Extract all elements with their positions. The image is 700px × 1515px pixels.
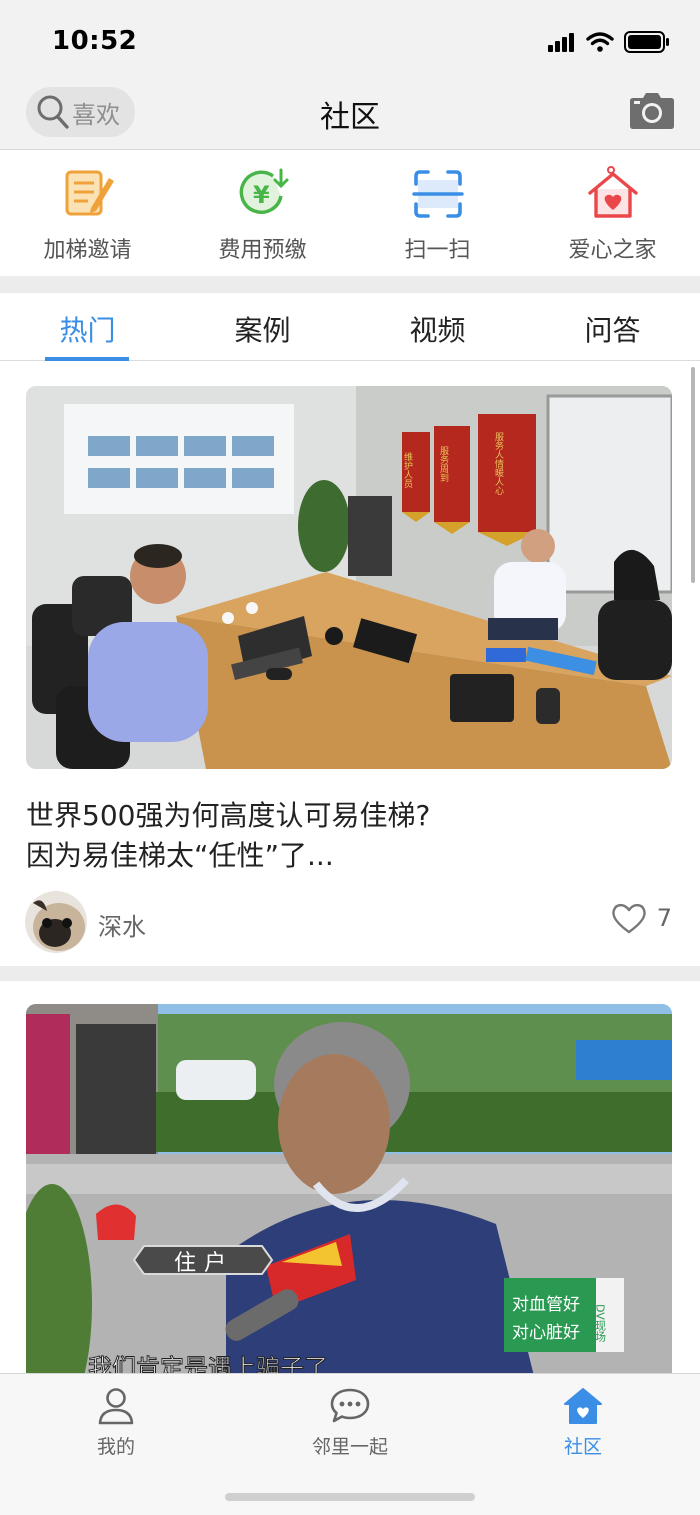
- battery-icon: [624, 31, 669, 53]
- tab-qa[interactable]: 问答: [525, 293, 700, 361]
- yen-prepay-icon: ¥: [239, 168, 288, 214]
- quick-action-label: 加梯邀请: [43, 238, 132, 263]
- banner-text: 服务人情暖人心: [493, 432, 504, 495]
- wifi-icon: [586, 32, 614, 52]
- scan-icon: [411, 170, 464, 218]
- tab-cases[interactable]: 案例: [175, 293, 350, 361]
- heart-icon: [612, 903, 646, 934]
- like-count: 7: [656, 904, 672, 932]
- quick-action-label: 爱心之家: [568, 238, 657, 263]
- author-name: 深水: [98, 913, 146, 941]
- caption-tag: 住户: [174, 1251, 234, 1276]
- meeting-room-photo: 维护人员 服务周到 服务人情暖人心: [26, 386, 672, 769]
- page-title: 社区: [320, 100, 380, 135]
- status-bar: 10:52: [0, 0, 700, 82]
- status-time: 10:52: [52, 26, 138, 56]
- status-icons: [548, 30, 670, 54]
- tab-bar-label: 我的: [96, 1436, 135, 1458]
- post-card-2[interactable]: 住户 对血管好 对心脏好 DV现场 我们肯定是遇上骗子了: [26, 1004, 672, 1374]
- tab-hot[interactable]: 热门: [0, 293, 175, 361]
- quick-action-scan[interactable]: 扫一扫: [350, 150, 525, 276]
- feed-list[interactable]: 维护人员 服务周到 服务人情暖人心 世界500强为何高度认可易佳梯? 因为易佳梯…: [0, 362, 700, 1374]
- tab-neighbors[interactable]: 邻里一起: [270, 1382, 430, 1462]
- tab-label: 视频: [409, 314, 466, 347]
- tab-bar-label: 社区: [563, 1436, 602, 1458]
- post-card-1[interactable]: 维护人员 服务周到 服务人情暖人心: [26, 386, 672, 769]
- dog-avatar-icon: [25, 891, 87, 953]
- badge-line: 对血管好: [512, 1295, 580, 1315]
- signal-icon: [548, 33, 574, 52]
- quick-action-invite[interactable]: 加梯邀请: [0, 150, 175, 276]
- quick-action-prepay[interactable]: ¥ 费用预缴: [175, 150, 350, 276]
- tab-videos[interactable]: 视频: [350, 293, 525, 361]
- like-button[interactable]: 7: [611, 902, 672, 934]
- badge-side: DV现场: [594, 1304, 607, 1342]
- tab-community[interactable]: 社区: [503, 1382, 663, 1462]
- quick-actions: 加梯邀请 ¥ 费用预缴 扫一扫 爱心之家: [0, 150, 700, 276]
- tab-bar-label: 邻里一起: [311, 1436, 388, 1458]
- post-title-line: 世界500强为何高度认可易佳梯?: [26, 799, 431, 832]
- chat-bubble-icon: [330, 1388, 370, 1423]
- scrollbar[interactable]: [691, 367, 695, 583]
- post-title[interactable]: 世界500强为何高度认可易佳梯? 因为易佳梯太“任性”了...: [26, 796, 666, 876]
- home-indicator[interactable]: [225, 1493, 475, 1501]
- nav-bar: 喜欢 社区: [0, 82, 700, 150]
- section-divider: [0, 276, 700, 293]
- invite-doc-icon: [65, 170, 114, 216]
- community-home-icon: [564, 1388, 602, 1424]
- card-divider: [0, 966, 700, 981]
- tab-mine[interactable]: 我的: [36, 1382, 196, 1462]
- tab-label: 案例: [234, 314, 291, 347]
- quick-action-label: 费用预缴: [218, 238, 307, 263]
- banner-text: 服务周到: [438, 446, 449, 482]
- camera-button[interactable]: [629, 92, 675, 130]
- badge-line: 对心脏好: [512, 1323, 580, 1343]
- content-tabs: 热门 案例 视频 问答: [0, 293, 700, 361]
- svg-text:¥: ¥: [253, 181, 270, 209]
- news-interview-photo: 住户 对血管好 对心脏好 DV现场 我们肯定是遇上骗子了: [26, 1004, 672, 1374]
- person-icon: [98, 1388, 134, 1425]
- video-subtitle: 我们肯定是遇上骗子了: [88, 1354, 328, 1374]
- quick-action-love-home[interactable]: 爱心之家: [525, 150, 700, 276]
- quick-action-label: 扫一扫: [404, 238, 471, 263]
- avatar[interactable]: [25, 891, 87, 953]
- tab-label: 问答: [584, 314, 641, 347]
- camera-icon: [630, 93, 674, 129]
- tab-label: 热门: [59, 314, 116, 347]
- banner-text: 维护人员: [402, 451, 413, 489]
- post-title-line: 因为易佳梯太“任性”了...: [26, 839, 334, 872]
- love-home-icon: [587, 166, 638, 218]
